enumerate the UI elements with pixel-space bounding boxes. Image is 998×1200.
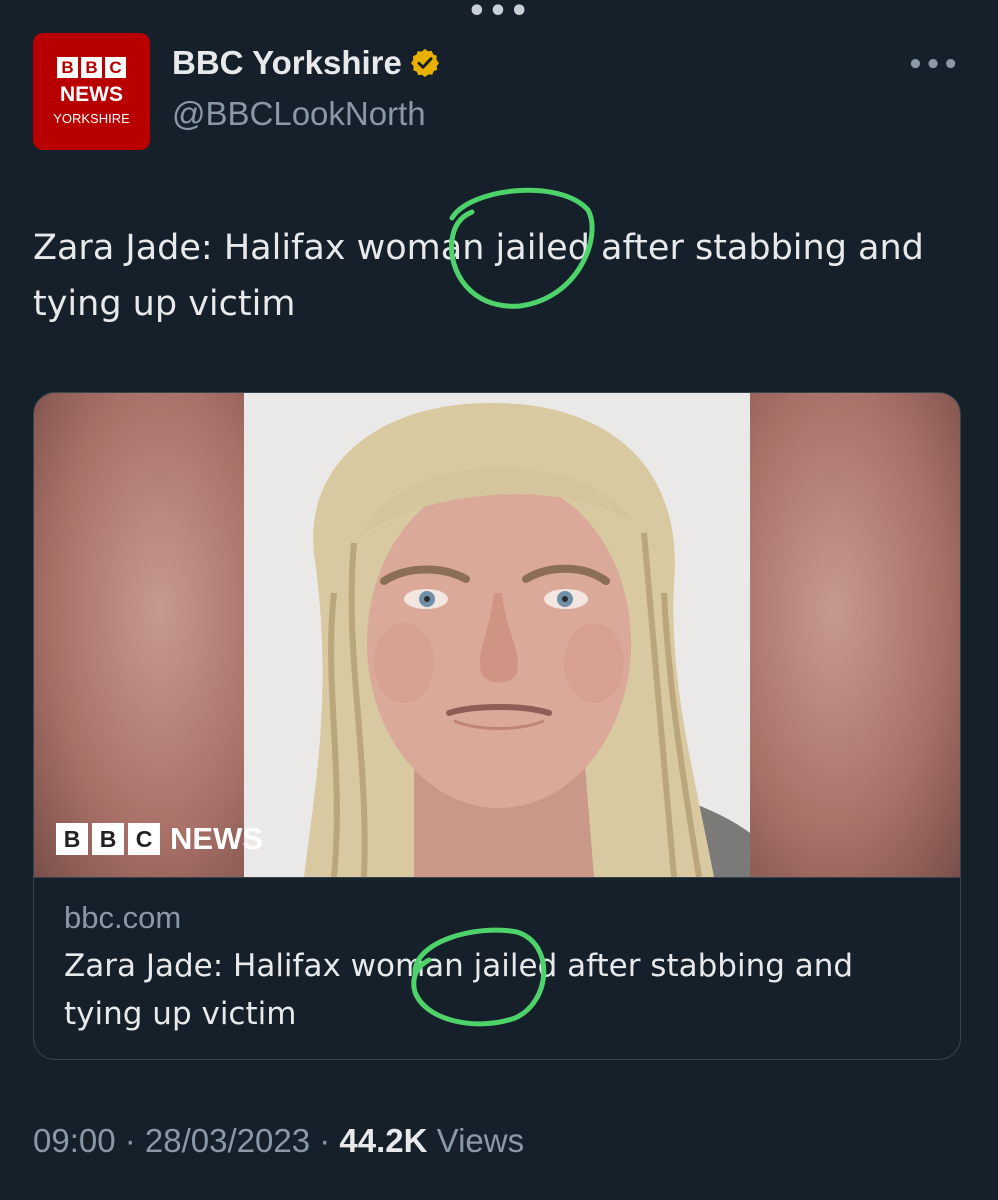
verified-badge-icon <box>410 49 439 77</box>
avatar-bbc-blocks: B B C <box>57 57 126 78</box>
mugshot-photo <box>244 393 750 877</box>
watermark-block-2: B <box>92 823 124 855</box>
annotation-circle <box>449 187 595 309</box>
views-count: 44.2K <box>339 1122 428 1159</box>
author-handle[interactable]: @BBCLookNorth <box>172 95 426 133</box>
tweet-time[interactable]: 09:00 <box>33 1122 116 1159</box>
top-menu-dots[interactable]: ••• <box>0 0 998 29</box>
tweet-date[interactable]: 28/03/2023 <box>145 1122 310 1159</box>
tweet-metadata: 09:00 · 28/03/2023 · 44.2K Views <box>33 1122 524 1160</box>
avatar[interactable]: B B C NEWS YORKSHIRE <box>33 33 150 150</box>
avatar-region-text: YORKSHIRE <box>53 111 130 126</box>
avatar-block-1: B <box>57 57 78 78</box>
bbc-news-watermark: B B C NEWS <box>56 821 263 857</box>
watermark-block-1: B <box>56 823 88 855</box>
separator-dot: · <box>310 1122 340 1159</box>
annotation-circle <box>411 927 547 1027</box>
card-image[interactable]: B B C NEWS <box>34 393 960 877</box>
author-display-name[interactable]: BBC Yorkshire <box>172 44 441 82</box>
author-name-text: BBC Yorkshire <box>172 44 402 81</box>
image-blur-right <box>750 393 960 877</box>
image-blur-left <box>34 393 244 877</box>
avatar-news-text: NEWS <box>60 83 123 106</box>
more-options-icon[interactable]: ••• <box>907 50 960 80</box>
avatar-block-3: C <box>105 57 126 78</box>
separator-dot: · <box>115 1122 145 1159</box>
avatar-block-2: B <box>81 57 102 78</box>
views-label: Views <box>427 1122 525 1159</box>
watermark-news-text: NEWS <box>170 821 263 856</box>
watermark-block-3: C <box>128 823 160 855</box>
card-domain: bbc.com <box>64 900 182 935</box>
